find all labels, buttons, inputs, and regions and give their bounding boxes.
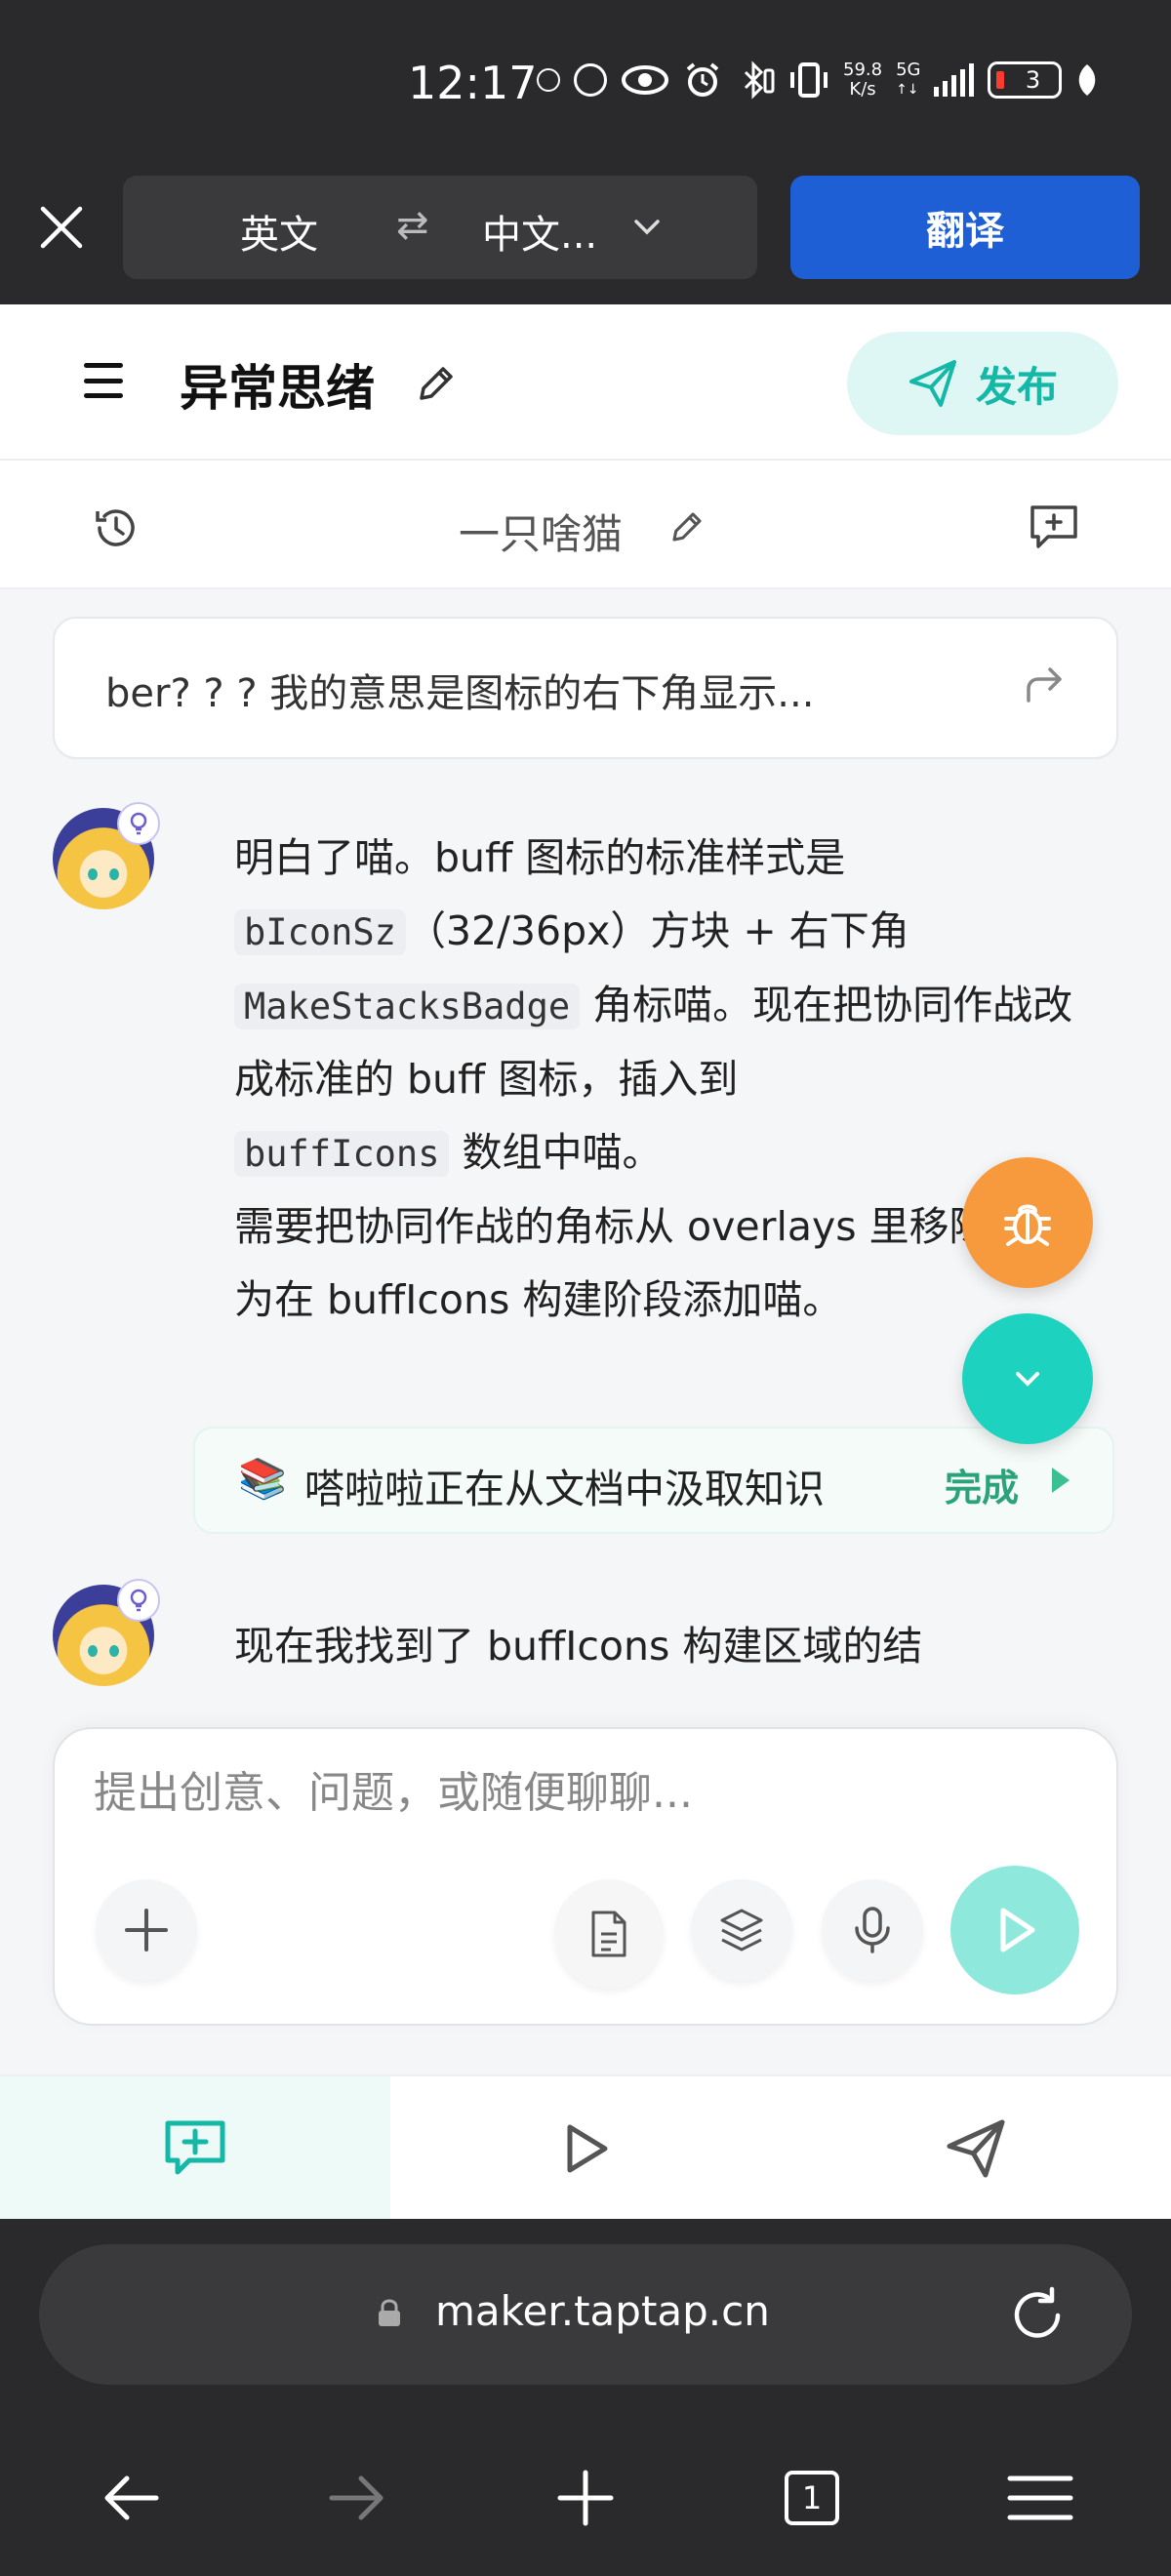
lightbulb-icon <box>117 1579 160 1622</box>
chevron-down-icon <box>1016 1372 1039 1387</box>
tool-status-pill[interactable]: 📚 嗒啦啦正在从文档中汲取知识 完成 <box>193 1427 1114 1534</box>
status-bar: 12:17 59.8 K/s 5G ↑↓ 3 <box>0 0 1171 166</box>
screen: 12:17 59.8 K/s 5G ↑↓ 3 英文 ⇄ 中文... 翻译 异常思… <box>0 0 1171 2576</box>
message-text-segment: （32/36px）方块 + 右下角 <box>405 907 909 954</box>
document-icon <box>591 1911 626 1957</box>
microphone-icon <box>855 1907 890 1953</box>
chat-subheader: 一只啥猫 <box>0 461 1171 589</box>
tab-chat[interactable] <box>0 2076 390 2219</box>
signal-icon <box>934 63 975 97</box>
browser-url-bar[interactable]: maker.taptap.cn <box>39 2244 1132 2385</box>
source-language[interactable]: 英文 <box>240 203 318 260</box>
assistant-message: 现在我找到了 buffIcons 构建区域的结 <box>234 1623 923 1670</box>
assistant-avatar <box>53 802 160 909</box>
new-chat-icon[interactable] <box>1027 500 1081 554</box>
bug-report-button[interactable] <box>962 1157 1093 1288</box>
tool-status-done: 完成 <box>945 1467 1020 1509</box>
send-button[interactable] <box>950 1866 1079 1994</box>
paper-plane-icon <box>947 2119 1005 2178</box>
data-saver-icon <box>574 63 607 97</box>
swap-languages-icon[interactable]: ⇄ <box>396 203 429 248</box>
bug-icon <box>1004 1204 1051 1246</box>
bottom-tab-bar <box>0 2074 1171 2219</box>
add-button[interactable] <box>96 1879 197 1981</box>
message-composer <box>53 1727 1118 2026</box>
language-selector[interactable]: 英文 ⇄ 中文... <box>123 176 757 279</box>
leaf-icon <box>1079 64 1096 96</box>
new-tab-button[interactable] <box>546 2459 625 2537</box>
tabs-button[interactable]: 1 <box>773 2459 851 2537</box>
url-text[interactable]: maker.taptap.cn <box>435 2287 770 2335</box>
status-icons: 59.8 K/s 5G ↑↓ 3 <box>537 60 1099 100</box>
lightbulb-icon <box>117 802 160 845</box>
alarm-icon <box>686 62 719 97</box>
net-speed: 59.8 K/s <box>843 60 883 100</box>
back-button[interactable] <box>92 2459 170 2537</box>
tab-preview[interactable] <box>390 2076 781 2219</box>
arrow-right-icon <box>329 2475 384 2520</box>
translate-button[interactable]: 翻译 <box>790 176 1140 279</box>
inline-code: MakeStacksBadge <box>234 984 581 1029</box>
edit-title-icon[interactable] <box>414 361 459 406</box>
play-send-icon <box>1000 1908 1035 1952</box>
message-text-segment: 明白了喵。buff 图标的标准样式是 <box>234 834 846 881</box>
network-type: 5G ↑↓ <box>896 60 921 99</box>
publish-button[interactable]: 发布 <box>847 332 1118 435</box>
send-paper-plane-icon <box>909 360 956 407</box>
forward-button[interactable] <box>318 2459 396 2537</box>
edit-chat-name-icon[interactable] <box>667 507 707 546</box>
assistant-avatar <box>53 1579 160 1686</box>
tool-status-text: 嗒啦啦正在从文档中汲取知识 <box>304 1466 825 1512</box>
message-text-segment: 数组中喵。 <box>449 1129 663 1176</box>
quoted-message-card[interactable]: ber? ? ? 我的意思是图标的右下角显示... <box>53 617 1118 759</box>
target-language[interactable]: 中文... <box>482 203 597 260</box>
plus-icon <box>125 1909 168 1952</box>
eye-icon <box>622 65 668 95</box>
inline-code: buffIcons <box>234 1131 450 1177</box>
web-page: 异常思绪 发布 一只啥猫 ber? ? ? 我的意思是图标的右下角显示... 明… <box>0 304 1171 2219</box>
bluetooth-icon <box>744 60 775 100</box>
quoted-message-text: ber? ? ? 我的意思是图标的右下角显示... <box>105 671 815 716</box>
arrow-left-icon <box>104 2475 159 2520</box>
menu-icon[interactable] <box>84 363 123 398</box>
reload-icon[interactable] <box>1007 2285 1068 2346</box>
chevron-down-icon[interactable] <box>630 211 664 244</box>
history-icon[interactable] <box>92 503 141 552</box>
layers-icon <box>720 1909 763 1952</box>
status-time: 12:17 <box>408 57 538 109</box>
voice-button[interactable] <box>822 1879 923 1981</box>
publish-label: 发布 <box>975 362 1058 411</box>
scroll-down-button[interactable] <box>962 1313 1093 1444</box>
chat-plus-icon <box>165 2120 225 2175</box>
battery-icon: 3 <box>988 61 1063 99</box>
app-header: 异常思绪 发布 <box>0 304 1171 461</box>
play-icon <box>567 2124 608 2173</box>
hamburger-menu-icon <box>1007 2475 1073 2520</box>
browser-nav-bar: 1 <box>0 2400 1171 2576</box>
chat-name: 一只啥猫 <box>459 510 624 558</box>
app-notification-icon <box>537 68 560 92</box>
close-icon[interactable] <box>39 205 84 250</box>
layers-button[interactable] <box>691 1879 792 1981</box>
browser-menu-button[interactable] <box>1001 2459 1079 2537</box>
document-button[interactable] <box>554 1879 664 1989</box>
battery-level: 3 <box>1025 66 1041 94</box>
lock-icon <box>379 2299 400 2326</box>
vibrate-icon <box>790 62 828 98</box>
share-arrow-icon[interactable] <box>1021 662 1068 708</box>
message-input[interactable] <box>94 1768 1070 1818</box>
tab-count: 1 <box>785 2471 839 2525</box>
page-title: 异常思绪 <box>180 360 375 417</box>
expand-triangle-icon[interactable] <box>1052 1468 1070 1493</box>
message-text-segment: 需要把协同作战的角标从 overlays 里移除，改为在 buffIcons 构… <box>234 1203 1070 1323</box>
inline-code: bIconSz <box>234 909 406 955</box>
books-icon: 📚 <box>238 1457 287 1502</box>
plus-icon <box>557 2470 614 2526</box>
assistant-message: 明白了喵。buff 图标的标准样式是 bIconSz （32/36px）方块 + … <box>234 822 1093 1337</box>
tab-publish[interactable] <box>781 2076 1171 2219</box>
